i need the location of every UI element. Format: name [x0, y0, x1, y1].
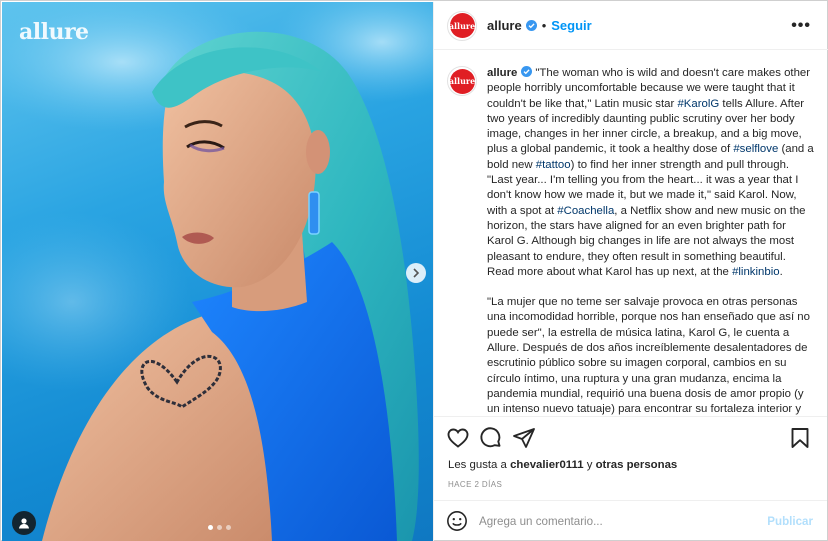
comment-icon[interactable]: [479, 426, 503, 450]
post-dialog: allure allure allure • Seguir ••• allure…: [0, 0, 828, 541]
caption-avatar[interactable]: allure: [447, 66, 477, 96]
post-header: allure allure • Seguir •••: [434, 2, 828, 50]
hashtag-link[interactable]: #tattoo: [536, 159, 571, 171]
caption-body: "The woman who is wild and doesn't care …: [487, 67, 814, 278]
post-comment-button[interactable]: Publicar: [767, 515, 813, 528]
action-bar: [434, 416, 827, 458]
hashtag-link[interactable]: #linkinbio: [732, 266, 780, 278]
post-side-panel: allure allure • Seguir ••• allure allure…: [433, 2, 828, 541]
hashtag-link[interactable]: #selflove: [733, 143, 778, 155]
caption-avatar-logo: allure: [449, 68, 475, 94]
user-tag-button[interactable]: [12, 511, 36, 535]
allure-watermark: allure: [19, 19, 89, 45]
carousel-dot: [208, 525, 213, 530]
likes-prefix: Les gusta a: [448, 459, 511, 471]
carousel-dot: [217, 525, 222, 530]
caption-segment: .: [779, 265, 783, 278]
follow-button[interactable]: Seguir: [551, 18, 591, 33]
share-icon[interactable]: [512, 426, 536, 450]
likes-summary: Les gusta a chevalier0111 y otras person…: [448, 459, 677, 471]
add-comment-bar: Agrega un comentario... Publicar: [434, 500, 827, 541]
bookmark-icon[interactable]: [788, 426, 812, 450]
caption-username[interactable]: allure: [487, 67, 517, 79]
header-separator: •: [541, 18, 547, 33]
carousel-indicator: [208, 525, 231, 530]
username-link[interactable]: allure: [487, 18, 522, 33]
photo-illustration: [2, 2, 433, 541]
verified-badge-icon: [521, 66, 533, 77]
caption-spanish: "La mujer que no teme ser salvaje provoc…: [487, 296, 810, 416]
more-options-button[interactable]: •••: [791, 17, 811, 35]
chevron-right-icon: [413, 268, 420, 278]
comments-area[interactable]: allure allure "The woman who is wild and …: [434, 51, 827, 416]
liked-by-others-link[interactable]: otras personas: [596, 459, 678, 471]
hashtag-link[interactable]: #Coachella: [557, 205, 614, 217]
user-tag-icon: [19, 518, 29, 529]
avatar-logo: allure: [449, 13, 475, 38]
comment-input[interactable]: Agrega un comentario...: [479, 515, 767, 528]
carousel-next-button[interactable]: [406, 263, 426, 283]
caption: allure allure "The woman who is wild and …: [447, 66, 814, 416]
post-media[interactable]: allure: [2, 2, 433, 541]
liked-by-user-link[interactable]: chevalier0111: [510, 459, 583, 471]
likes-mid: y: [583, 459, 596, 471]
post-timestamp[interactable]: HACE 2 DÍAS: [448, 480, 502, 489]
carousel-dot: [226, 525, 231, 530]
hashtag-link[interactable]: #KarolG: [677, 98, 719, 110]
caption-text: allure "The woman who is wild and doesn't…: [487, 66, 814, 416]
avatar[interactable]: allure: [447, 10, 477, 41]
verified-badge-icon: [525, 20, 537, 31]
heart-icon[interactable]: [446, 426, 470, 450]
emoji-icon[interactable]: [446, 510, 468, 532]
